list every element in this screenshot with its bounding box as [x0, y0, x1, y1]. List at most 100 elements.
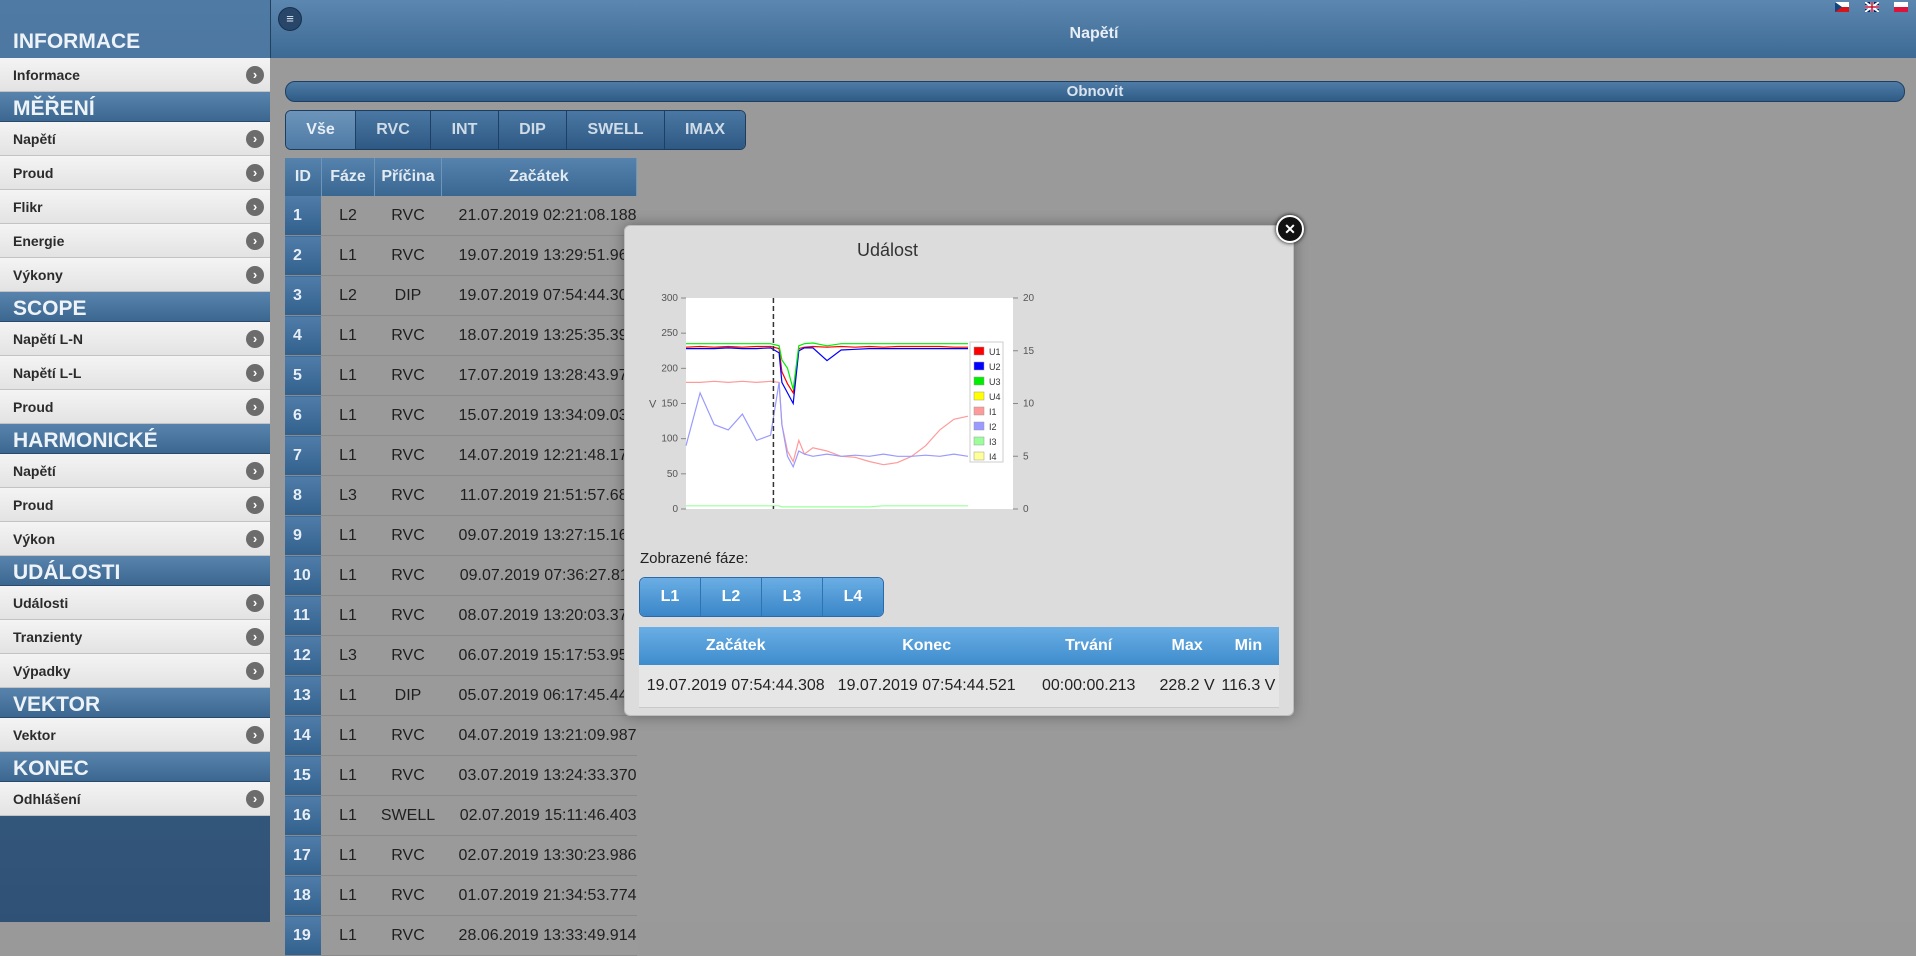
table-cell: 16	[285, 795, 322, 836]
sidebar-item-label: Proud	[13, 399, 54, 415]
sidebar-item[interactable]: Výkon ›	[0, 522, 270, 556]
sidebar-item[interactable]: Napětí ›	[0, 122, 270, 156]
event-chart: 05010015020025030005101520VAU1U2U3U4I1I2…	[649, 293, 1035, 515]
table-cell: 3	[285, 275, 322, 316]
table-cell: RVC	[374, 315, 442, 356]
legend-label: I1	[989, 407, 997, 417]
english-flag-icon[interactable]	[1865, 2, 1879, 12]
table-cell: L1	[321, 435, 375, 476]
chevron-right-icon: ›	[246, 726, 264, 744]
sidebar-item[interactable]: Výpadky ›	[0, 654, 270, 688]
table-cell: DIP	[374, 675, 442, 716]
sidebar-item[interactable]: Vektor ›	[0, 718, 270, 752]
sidebar-item[interactable]: Proud ›	[0, 488, 270, 522]
sidebar-item[interactable]: Napětí L-N ›	[0, 322, 270, 356]
y2-tick-label: 0	[1023, 504, 1029, 515]
chevron-right-icon: ›	[246, 330, 264, 348]
filter-tab[interactable]: IMAX	[665, 111, 745, 149]
table-cell: RVC	[374, 355, 442, 396]
table-cell: 00:00:00.213	[1020, 665, 1157, 708]
table-cell: L1	[321, 395, 375, 436]
filter-tab[interactable]: SWELL	[567, 111, 665, 149]
table-cell: 7	[285, 435, 322, 476]
y-tick-label: 100	[661, 434, 678, 445]
sidebar-item[interactable]: Proud ›	[0, 390, 270, 424]
sidebar-section-title: VEKTOR	[0, 688, 270, 718]
event-filter-bar: Vše RVC INT DIP SWELL IMAX	[285, 110, 746, 150]
phase-toggle[interactable]: L4	[823, 578, 883, 616]
sidebar-item[interactable]: Události ›	[0, 586, 270, 620]
sidebar-item[interactable]: Napětí L-L ›	[0, 356, 270, 390]
filter-tab[interactable]: INT	[431, 111, 499, 149]
table-row[interactable]: 3 L2 DIP 19.07.2019 07:54:44.308	[285, 275, 637, 316]
refresh-button[interactable]: Obnovit	[285, 81, 1905, 102]
table-row[interactable]: 2 L1 RVC 19.07.2019 13:29:51.960	[285, 235, 637, 276]
table-row[interactable]: 9 L1 RVC 09.07.2019 13:27:15.167	[285, 515, 637, 556]
chevron-right-icon: ›	[246, 164, 264, 182]
sidebar-item[interactable]: Odhlášení ›	[0, 782, 270, 816]
table-row[interactable]: 4 L1 RVC 18.07.2019 13:25:35.393	[285, 315, 637, 356]
sidebar-item[interactable]: Tranzienty ›	[0, 620, 270, 654]
table-row[interactable]: 12 L3 RVC 06.07.2019 15:17:53.954	[285, 635, 637, 676]
table-cell: 5	[285, 355, 322, 396]
sidebar-section-title: SCOPE	[0, 292, 270, 322]
y-tick-label: 300	[661, 293, 678, 304]
y2-tick-label: 20	[1023, 293, 1035, 304]
table-row[interactable]: 8 L3 RVC 11.07.2019 21:51:57.688	[285, 475, 637, 516]
legend-swatch	[973, 436, 985, 446]
filter-tab[interactable]: RVC	[356, 111, 431, 149]
sidebar-item[interactable]: Energie ›	[0, 224, 270, 258]
table-row[interactable]: 15 L1 RVC 03.07.2019 13:24:33.370	[285, 755, 637, 796]
table-cell: RVC	[374, 635, 442, 676]
table-cell: 11	[285, 595, 322, 636]
column-header[interactable]: Fáze	[321, 158, 376, 196]
filter-tab[interactable]: Vše	[286, 111, 356, 149]
legend-label: U3	[989, 377, 1001, 387]
filter-tab[interactable]: DIP	[499, 111, 567, 149]
table-cell: 08.07.2019 13:20:03.378	[441, 595, 637, 636]
czech-flag-icon[interactable]	[1835, 2, 1849, 12]
table-cell: 19.07.2019 13:29:51.960	[441, 235, 637, 276]
table-row[interactable]: 16 L1 SWELL 02.07.2019 15:11:46.403	[285, 795, 637, 836]
legend-swatch	[973, 376, 985, 386]
phase-toggle[interactable]: L1	[640, 578, 701, 616]
legend-label: U2	[989, 362, 1001, 372]
column-header[interactable]: Začátek	[441, 158, 638, 196]
table-cell: 02.07.2019 13:30:23.986	[441, 835, 637, 876]
chevron-right-icon: ›	[246, 66, 264, 84]
legend-label: I2	[989, 422, 997, 432]
sidebar-item-label: Proud	[13, 165, 54, 181]
table-row[interactable]: 14 L1 RVC 04.07.2019 13:21:09.987	[285, 715, 637, 756]
chevron-right-icon: ›	[246, 198, 264, 216]
table-row[interactable]: 13 L1 DIP 05.07.2019 06:17:45.444	[285, 675, 637, 716]
polish-flag-icon[interactable]	[1894, 2, 1908, 12]
table-row[interactable]: 10 L1 RVC 09.07.2019 07:36:27.811	[285, 555, 637, 596]
table-row[interactable]: 6 L1 RVC 15.07.2019 13:34:09.035	[285, 395, 637, 436]
table-row[interactable]: 7 L1 RVC 14.07.2019 12:21:48.175	[285, 435, 637, 476]
sidebar-item[interactable]: Proud ›	[0, 156, 270, 190]
table-row[interactable]: 5 L1 RVC 17.07.2019 13:28:43.979	[285, 355, 637, 396]
chevron-right-icon: ›	[246, 790, 264, 808]
sidebar-item[interactable]: Výkony ›	[0, 258, 270, 292]
sidebar-item[interactable]: Informace ›	[0, 58, 270, 92]
table-row[interactable]: 17 L1 RVC 02.07.2019 13:30:23.986	[285, 835, 637, 876]
sidebar-item[interactable]: Flikr ›	[0, 190, 270, 224]
table-cell: RVC	[374, 835, 442, 876]
table-row[interactable]: 18 L1 RVC 01.07.2019 21:34:53.774	[285, 875, 637, 916]
sidebar-item[interactable]: Napětí ›	[0, 454, 270, 488]
table-cell: 18	[285, 875, 322, 916]
column-header[interactable]: Příčina	[374, 158, 442, 196]
close-dialog-button[interactable]: ✕	[1276, 215, 1304, 243]
y2-tick-label: 5	[1023, 451, 1029, 462]
column-header[interactable]: ID	[285, 158, 322, 196]
header: ≡ Napětí	[270, 0, 1916, 58]
table-row[interactable]: 1 L2 RVC 21.07.2019 02:21:08.188	[285, 196, 637, 236]
table-row[interactable]: 11 L1 RVC 08.07.2019 13:20:03.378	[285, 595, 637, 636]
table-cell: 19.07.2019 07:54:44.308	[639, 665, 833, 708]
table-cell: 8	[285, 475, 322, 516]
table-cell: 19.07.2019 07:54:44.308	[441, 275, 637, 316]
table-cell: 17.07.2019 13:28:43.979	[441, 355, 637, 396]
phase-toggle[interactable]: L2	[701, 578, 762, 616]
phase-toggle[interactable]: L3	[762, 578, 823, 616]
chevron-right-icon: ›	[246, 398, 264, 416]
